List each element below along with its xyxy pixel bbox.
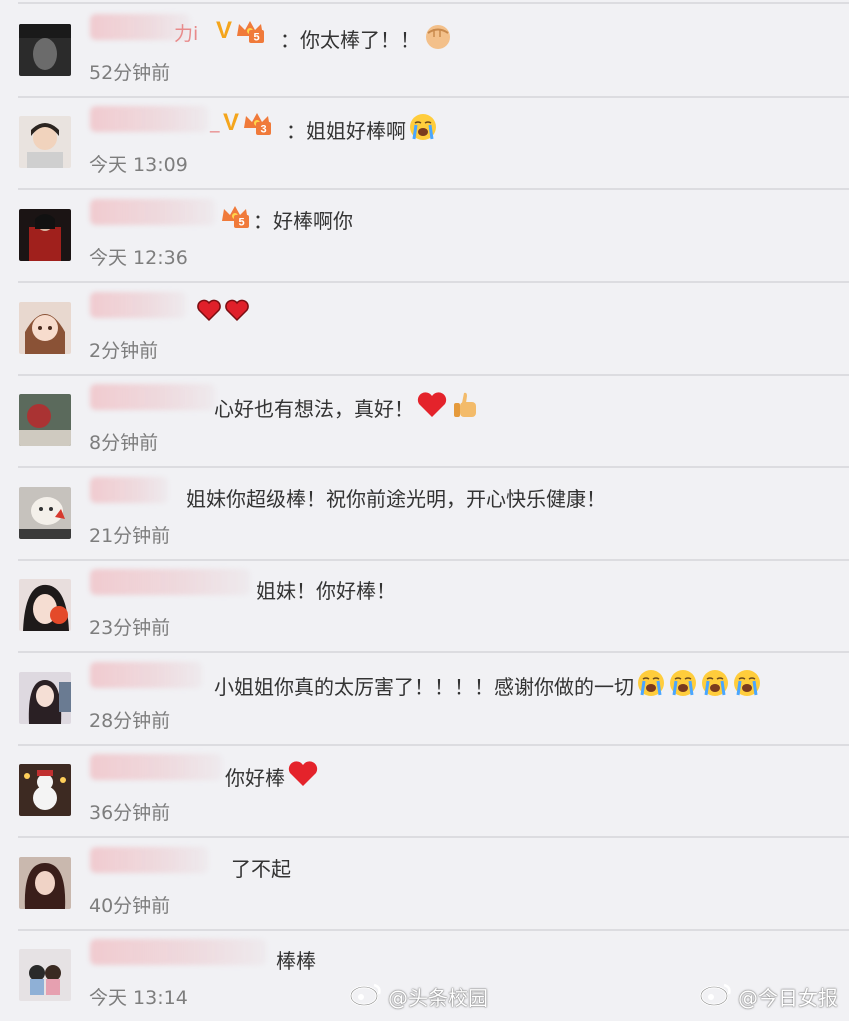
avatar[interactable] [19, 672, 71, 724]
thumbs-up-icon [450, 390, 480, 425]
comment-text: 姐姐好棒啊 [306, 119, 406, 143]
red-heart-icon [196, 298, 222, 327]
timestamp: 36分钟前 [89, 802, 171, 824]
username-blurred[interactable] [90, 939, 266, 965]
watermark-text: @头条校园 [388, 986, 488, 1010]
avatar[interactable] [19, 949, 71, 1001]
crying-face-icon [732, 668, 762, 703]
crown-level-icon: 3 [242, 110, 272, 136]
comment-text: 你太棒了！！ [300, 28, 420, 52]
username-blurred[interactable] [90, 569, 250, 595]
comment-text: 姐妹你超级棒！祝你前途光明，开心快乐健康！ [186, 487, 606, 511]
avatar[interactable] [19, 857, 71, 909]
username-blurred[interactable] [90, 662, 202, 688]
watermark-weibo-source: @头条校园 [348, 981, 488, 1012]
svg-text:5: 5 [238, 217, 244, 229]
username-blurred[interactable] [90, 847, 208, 873]
watermark-weibo-source: @今日女报 [698, 981, 838, 1012]
username-fragment: _ [210, 111, 220, 133]
avatar[interactable] [19, 209, 71, 261]
avatar[interactable] [19, 764, 71, 816]
avatar[interactable] [19, 487, 71, 539]
username-blurred[interactable] [90, 292, 186, 318]
verified-badge: V [223, 109, 240, 136]
separator: ： [253, 209, 273, 233]
avatar[interactable] [19, 24, 71, 76]
username-fragment: 力i [174, 23, 199, 45]
verified-badge: V [216, 17, 233, 44]
comment-item: 小姐姐你真的太厉害了！！！！感谢你做的一切 28分钟前 [18, 652, 849, 746]
username-blurred[interactable] [90, 477, 168, 503]
avatar[interactable] [19, 579, 71, 631]
svg-text:3: 3 [260, 124, 266, 136]
separator: ： [286, 119, 306, 143]
comment-item: 姐妹你超级棒！祝你前途光明，开心快乐健康！ 21分钟前 [18, 467, 849, 561]
crying-face-icon [668, 668, 698, 703]
timestamp: 52分钟前 [89, 62, 171, 84]
comment-item: 了不起 40分钟前 [18, 837, 849, 931]
comment-text: 了不起 [231, 857, 291, 881]
comment-text: 好棒啊你 [273, 209, 353, 233]
username-blurred[interactable] [90, 384, 215, 410]
red-heart-icon [287, 760, 319, 793]
username-blurred[interactable] [90, 106, 208, 132]
comment-item: _ V 3 ： 姐姐好棒啊 今天 13:09 [18, 96, 849, 190]
timestamp: 21分钟前 [89, 525, 171, 547]
crown-level-icon: 5 [235, 18, 265, 44]
red-heart-icon [416, 391, 448, 424]
svg-text:5: 5 [253, 32, 259, 44]
avatar[interactable] [19, 394, 71, 446]
comment-item: 你好棒 36分钟前 [18, 744, 849, 838]
comment-text: 你好棒 [225, 766, 285, 790]
crown-level-icon: 5 [220, 203, 250, 229]
separator: ： [280, 28, 300, 52]
timestamp: 23分钟前 [89, 617, 171, 639]
crying-face-icon [636, 668, 666, 703]
timestamp: 今天 12:36 [89, 247, 188, 269]
comment-text: 心好也有想法，真好！ [214, 397, 414, 421]
comment-text: 棒棒 [276, 949, 316, 973]
timestamp: 今天 13:09 [89, 154, 188, 176]
comment-item: 5 ： 好棒啊你 今天 12:36 [18, 189, 849, 283]
comment-item: 力i V 5 ： 你太棒了！！ 52分钟前 [18, 4, 849, 98]
timestamp: 2分钟前 [89, 340, 159, 362]
comment-text: 姐妹！你好棒！ [256, 579, 396, 603]
red-heart-icon [224, 298, 250, 327]
username-blurred[interactable] [90, 199, 215, 225]
watermark-text: @今日女报 [738, 986, 838, 1010]
comment-item: 心好也有想法，真好！ 8分钟前 [18, 374, 849, 468]
username-blurred[interactable] [90, 754, 222, 780]
timestamp: 今天 13:14 [89, 987, 188, 1009]
comment-item: 2分钟前 [18, 282, 849, 376]
avatar[interactable] [19, 302, 71, 354]
crying-face-icon [408, 112, 438, 147]
avatar[interactable] [19, 116, 71, 168]
timestamp: 40分钟前 [89, 895, 171, 917]
weibo-icon [348, 981, 384, 1012]
crying-face-icon [700, 668, 730, 703]
fist-emoji-icon [422, 20, 454, 57]
comment-text: 小姐姐你真的太厉害了！！！！感谢你做的一切 [214, 675, 634, 699]
comment-item: 姐妹！你好棒！ 23分钟前 [18, 559, 849, 653]
timestamp: 8分钟前 [89, 432, 159, 454]
timestamp: 28分钟前 [89, 710, 171, 732]
weibo-icon [698, 981, 734, 1012]
